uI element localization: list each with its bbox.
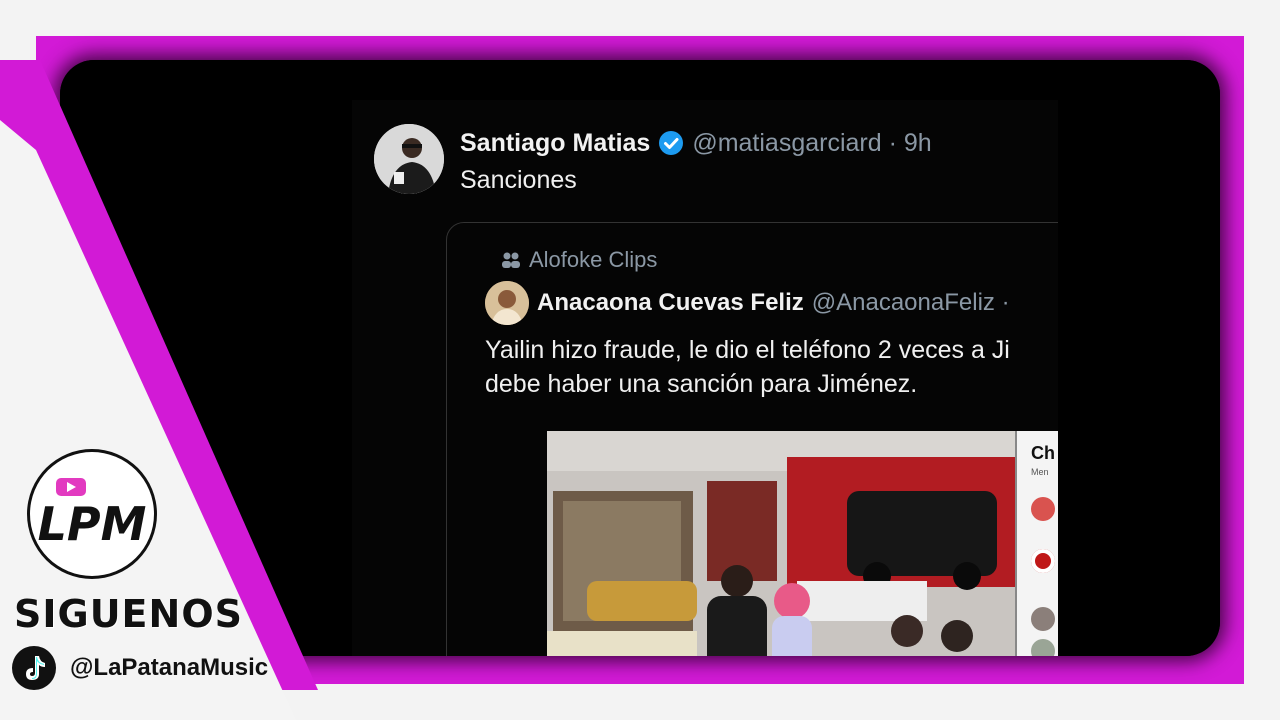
chat-title: Ch bbox=[1031, 443, 1055, 463]
quoted-tweet-card[interactable]: Alofoke Clips Anacaona Cuevas Feliz @Ana… bbox=[446, 222, 1058, 656]
tiktok-handle: @LaPatanaMusic bbox=[70, 654, 269, 681]
follow-label: SIGUENOS bbox=[14, 592, 243, 636]
quoted-media-image[interactable]: Ch Men bbox=[547, 431, 1058, 656]
chat-avatar[interactable] bbox=[1031, 639, 1055, 656]
quoted-tweet-text: Yailin hizo fraude, le dio el teléfono 2… bbox=[485, 333, 1058, 401]
tweet[interactable]: Santiago Matias @matiasgarciard · 9h San… bbox=[352, 100, 1058, 656]
quoted-author-avatar[interactable] bbox=[485, 281, 529, 325]
room-scene-image bbox=[547, 431, 1058, 656]
chat-avatar[interactable] bbox=[1031, 497, 1055, 521]
quoted-author-handle[interactable]: @AnacaonaFeliz · bbox=[812, 289, 1010, 317]
brand-logo-text: LPM bbox=[38, 497, 147, 551]
quoted-author-name[interactable]: Anacaona Cuevas Feliz bbox=[537, 289, 804, 317]
community-icon bbox=[502, 252, 520, 268]
author-handle-time[interactable]: @matiasgarciard · 9h bbox=[692, 129, 931, 158]
chat-subtitle: Men bbox=[1031, 467, 1049, 477]
verified-badge-icon bbox=[658, 130, 684, 156]
brand-logo[interactable]: LPM bbox=[30, 452, 154, 576]
author-name[interactable]: Santiago Matias bbox=[460, 129, 650, 158]
community-label[interactable]: Alofoke Clips bbox=[501, 247, 657, 273]
live-chat-panel[interactable]: Ch Men bbox=[1015, 431, 1058, 656]
tweet-header: Santiago Matias @matiasgarciard · 9h bbox=[460, 126, 932, 160]
tiktok-link[interactable]: @LaPatanaMusic bbox=[12, 646, 268, 690]
chat-avatar[interactable] bbox=[1031, 549, 1055, 573]
person-photo-icon bbox=[485, 281, 529, 325]
person-photo-icon bbox=[374, 124, 444, 194]
author-avatar[interactable] bbox=[374, 124, 444, 194]
quoted-text-line-1: Yailin hizo fraude, le dio el teléfono 2… bbox=[485, 336, 1010, 364]
lpm-logo-icon: LPM bbox=[36, 458, 148, 570]
tweet-text: Sanciones bbox=[460, 166, 577, 194]
tiktok-icon bbox=[12, 646, 56, 690]
quoted-text-line-2: debe haber una sanción para Jiménez. bbox=[485, 370, 918, 398]
chat-avatar[interactable] bbox=[1031, 607, 1055, 631]
community-name: Alofoke Clips bbox=[529, 247, 658, 272]
quoted-author-line: Anacaona Cuevas Feliz @AnacaonaFeliz · bbox=[485, 281, 1010, 325]
